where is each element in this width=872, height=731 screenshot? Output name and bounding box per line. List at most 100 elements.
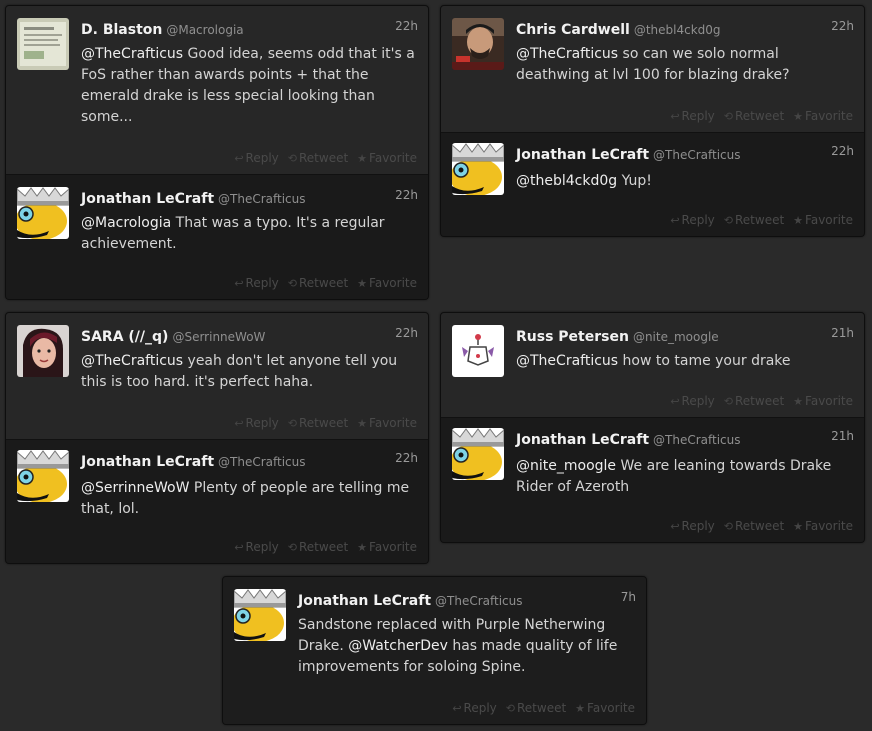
author-name[interactable]: Jonathan LeCraft	[81, 454, 214, 470]
retweet-button[interactable]: ⟲ Retweet	[724, 519, 784, 533]
author-name[interactable]: Jonathan LeCraft	[516, 432, 649, 448]
tweet-reply[interactable]: Jonathan LeCraft @TheCrafticus 21h @nite_…	[441, 417, 864, 542]
reply-button[interactable]: ↩ Reply	[234, 416, 278, 430]
mention-link[interactable]: @TheCrafticus	[81, 353, 183, 369]
reply-button[interactable]: ↩ Reply	[670, 519, 714, 533]
author-handle[interactable]: @TheCrafticus	[218, 192, 306, 206]
mention-link[interactable]: @WatcherDev	[348, 638, 448, 654]
reply-button[interactable]: ↩ Reply	[452, 701, 496, 715]
tweet-actions: ↩ Reply ⟲ Retweet ★ Favorite	[661, 213, 853, 227]
avatar[interactable]	[452, 325, 504, 377]
author-handle[interactable]: @thebl4ckd0g	[634, 23, 721, 37]
author-handle[interactable]: @TheCrafticus	[218, 455, 306, 469]
conversation-card: Jonathan LeCraft @TheCrafticus 7h Sandsto…	[222, 576, 647, 725]
author-name[interactable]: Chris Cardwell	[516, 22, 630, 38]
mention-link[interactable]: @TheCrafticus	[81, 46, 183, 62]
author-name[interactable]: Jonathan LeCraft	[298, 593, 431, 609]
tweet-actions: ↩ Reply ⟲ Retweet ★ Favorite	[443, 701, 635, 715]
tweet-timestamp[interactable]: 22h	[395, 19, 418, 33]
avatar[interactable]	[452, 18, 504, 70]
retweet-button[interactable]: ⟲ Retweet	[288, 416, 348, 430]
author-handle[interactable]: @nite_moogle	[633, 330, 719, 344]
mention-link[interactable]: @TheCrafticus	[516, 46, 618, 62]
reply-button[interactable]: ↩ Reply	[670, 394, 714, 408]
reply-arrow-icon: ↩	[670, 214, 680, 227]
tweet-timestamp[interactable]: 22h	[831, 144, 854, 158]
avatar[interactable]	[452, 143, 504, 195]
tweet-reply[interactable]: Jonathan LeCraft @TheCrafticus 22h @Macro…	[6, 174, 428, 299]
mention-link[interactable]: @Macrologia	[81, 215, 171, 231]
favorite-button[interactable]: ★ Favorite	[793, 519, 853, 533]
author-handle[interactable]: @TheCrafticus	[653, 433, 741, 447]
retweet-label: Retweet	[735, 394, 785, 408]
author-name[interactable]: D. Blaston	[81, 22, 162, 38]
reply-arrow-icon: ↩	[670, 110, 680, 123]
favorite-button[interactable]: ★ Favorite	[357, 276, 417, 290]
avatar[interactable]	[17, 18, 69, 70]
retweet-button[interactable]: ⟲ Retweet	[506, 701, 566, 715]
tweet-reply[interactable]: Jonathan LeCraft @TheCrafticus 22h @thebl…	[441, 132, 864, 236]
tweet-timestamp[interactable]: 22h	[395, 451, 418, 465]
avatar[interactable]	[17, 325, 69, 377]
mention-link[interactable]: @SerrinneWoW	[81, 480, 189, 496]
tweet-reply[interactable]: Jonathan LeCraft @TheCrafticus 22h @Serri…	[6, 439, 428, 563]
reply-button[interactable]: ↩ Reply	[234, 151, 278, 165]
retweet-button[interactable]: ⟲ Retweet	[288, 151, 348, 165]
tweet-text: @TheCrafticus yeah don't let anyone tell…	[81, 351, 418, 393]
author-name[interactable]: SARA (//_q)	[81, 329, 168, 345]
author-handle[interactable]: @TheCrafticus	[653, 148, 741, 162]
tweet-timestamp[interactable]: 7h	[621, 590, 636, 604]
conversation-card: Russ Petersen @nite_moogle 21h @TheCrafti…	[440, 312, 865, 543]
avatar[interactable]	[17, 450, 69, 502]
avatar[interactable]	[17, 187, 69, 239]
reply-button[interactable]: ↩ Reply	[670, 109, 714, 123]
author-handle[interactable]: @SerrinneWoW	[172, 330, 265, 344]
reply-button[interactable]: ↩ Reply	[234, 276, 278, 290]
avatar[interactable]	[452, 428, 504, 480]
avatar[interactable]	[234, 589, 286, 641]
tweet-timestamp[interactable]: 21h	[831, 326, 854, 340]
star-icon: ★	[793, 214, 804, 227]
tweet-timestamp[interactable]: 22h	[395, 188, 418, 202]
mention-link[interactable]: @nite_moogle	[516, 458, 616, 474]
reply-button[interactable]: ↩ Reply	[670, 213, 714, 227]
tweet[interactable]: Chris Cardwell @thebl4ckd0g 22h @TheCraft…	[441, 6, 864, 132]
favorite-button[interactable]: ★ Favorite	[793, 394, 853, 408]
tweet-timestamp[interactable]: 22h	[395, 326, 418, 340]
tweet-actions: ↩ Reply ⟲ Retweet ★ Favorite	[225, 276, 417, 290]
retweet-button[interactable]: ⟲ Retweet	[724, 394, 784, 408]
person-photo-icon	[452, 18, 504, 70]
favorite-button[interactable]: ★ Favorite	[793, 213, 853, 227]
favorite-button[interactable]: ★ Favorite	[357, 540, 417, 554]
favorite-button[interactable]: ★ Favorite	[575, 701, 635, 715]
retweet-button[interactable]: ⟲ Retweet	[288, 276, 348, 290]
retweet-button[interactable]: ⟲ Retweet	[724, 213, 784, 227]
retweet-button[interactable]: ⟲ Retweet	[724, 109, 784, 123]
tweet-timestamp[interactable]: 22h	[831, 19, 854, 33]
tweet-timestamp[interactable]: 21h	[831, 429, 854, 443]
mention-link[interactable]: @TheCrafticus	[516, 353, 618, 369]
retweet-button[interactable]: ⟲ Retweet	[288, 540, 348, 554]
tweet[interactable]: Jonathan LeCraft @TheCrafticus 7h Sandsto…	[223, 577, 646, 724]
woman-photo-icon	[17, 325, 69, 377]
favorite-button[interactable]: ★ Favorite	[357, 416, 417, 430]
mention-link[interactable]: @thebl4ckd0g	[516, 173, 617, 189]
favorite-button[interactable]: ★ Favorite	[793, 109, 853, 123]
author-name[interactable]: Jonathan LeCraft	[81, 191, 214, 207]
favorite-label: Favorite	[587, 701, 635, 715]
tweet-header: Jonathan LeCraft @TheCrafticus 22h	[81, 188, 418, 207]
author-name[interactable]: Jonathan LeCraft	[516, 147, 649, 163]
favorite-button[interactable]: ★ Favorite	[357, 151, 417, 165]
tweet[interactable]: D. Blaston @Macrologia 22h @TheCrafticus …	[6, 6, 428, 174]
retweet-loop-icon: ⟲	[723, 214, 733, 227]
tweet[interactable]: Russ Petersen @nite_moogle 21h @TheCrafti…	[441, 313, 864, 417]
star-icon: ★	[357, 541, 368, 554]
tweet[interactable]: SARA (//_q) @SerrinneWoW 22h @TheCrafticu…	[6, 313, 428, 439]
star-icon: ★	[793, 395, 804, 408]
retweet-label: Retweet	[735, 109, 785, 123]
reply-button[interactable]: ↩ Reply	[234, 540, 278, 554]
author-name[interactable]: Russ Petersen	[516, 329, 629, 345]
favorite-label: Favorite	[805, 109, 853, 123]
author-handle[interactable]: @TheCrafticus	[435, 594, 523, 608]
author-handle[interactable]: @Macrologia	[166, 23, 243, 37]
